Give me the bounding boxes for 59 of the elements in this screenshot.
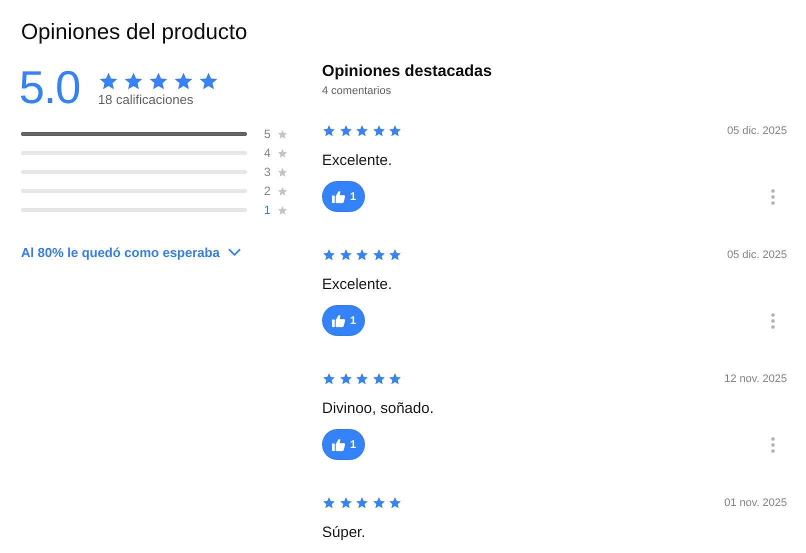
star-icon [322, 124, 336, 138]
star-icon [355, 496, 369, 510]
star-level-label: 2 [264, 184, 272, 198]
thumbs-up-icon [331, 313, 346, 328]
review-text: Excelente. [322, 275, 394, 295]
review-date: 05 dic. 2025 [727, 249, 787, 261]
star-icon [338, 372, 352, 386]
star-icon [372, 372, 386, 386]
star-icon [388, 372, 402, 386]
review-text: Divinoo, soñado. [322, 399, 435, 419]
star-icon [388, 124, 402, 138]
star-icon [322, 248, 336, 262]
star-icon [338, 124, 352, 138]
star-level-label: 1 [264, 203, 272, 217]
star-icon [355, 372, 369, 386]
star-icon [148, 70, 169, 92]
star-icon [277, 148, 288, 158]
like-button[interactable]: 1 [322, 181, 366, 212]
star-icon [355, 124, 369, 138]
star-icon [277, 186, 288, 196]
more-options-icon[interactable] [771, 188, 775, 204]
star-icon [322, 496, 336, 510]
review-date: 05 dic. 2025 [727, 125, 787, 137]
review-date: 12 nov. 2025 [724, 373, 787, 385]
more-options-icon[interactable] [771, 312, 775, 328]
featured-heading: Opiniones destacadas [322, 62, 493, 82]
star-icon [277, 166, 288, 178]
review-text: Excelente. [322, 151, 394, 171]
star-level-label: 3 [264, 165, 272, 179]
star-icon [98, 70, 119, 92]
star-level-label: 4 [264, 146, 272, 160]
star-icon [372, 124, 386, 138]
star-icon [172, 70, 194, 92]
star-icon [338, 496, 352, 510]
comments-count: 4 comentarios [322, 85, 392, 97]
thumbs-up-icon [331, 189, 346, 204]
thumbs-up-icon [331, 437, 346, 452]
like-button[interactable]: 1 [322, 305, 366, 336]
chevron-down-icon[interactable] [228, 248, 241, 257]
star-icon [355, 248, 369, 262]
expectation-link[interactable]: Al 80% le quedó como esperaba [21, 245, 220, 260]
star-icon [277, 204, 288, 216]
review-date: 01 nov. 2025 [724, 497, 787, 509]
star-icon [372, 496, 386, 510]
review-text: Súper. [322, 523, 366, 543]
section-title: Opiniones del producto [21, 18, 248, 46]
star-icon [322, 372, 336, 386]
star-icon [388, 248, 402, 262]
more-options-icon[interactable] [771, 436, 775, 452]
average-score: 5.0 [19, 62, 80, 112]
star-level-label: 5 [264, 127, 272, 141]
star-icon [277, 128, 288, 140]
star-icon [388, 496, 402, 510]
star-icon [198, 70, 219, 92]
star-icon [338, 248, 352, 262]
like-button[interactable]: 1 [322, 429, 366, 460]
ratings-count: 18 calificaciones [98, 92, 194, 108]
star-icon [122, 70, 144, 92]
star-icon [372, 248, 386, 262]
